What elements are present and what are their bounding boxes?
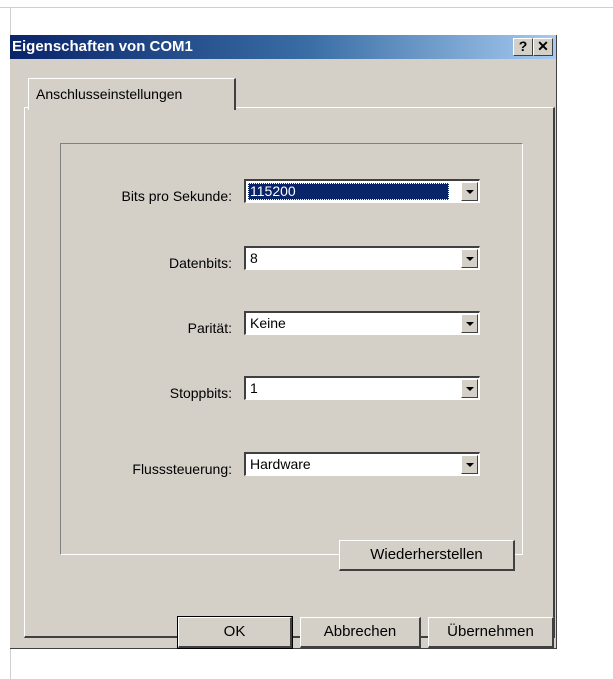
bits-per-second-label: Bits pro Sekunde: (121, 188, 232, 204)
dropdown-arrow-icon[interactable] (461, 249, 478, 268)
window-title: Eigenschaften von COM1 (12, 38, 193, 55)
data-bits-value: 8 (250, 250, 258, 266)
stop-bits-select[interactable]: 1 (244, 376, 480, 400)
help-button[interactable]: ? (513, 38, 533, 56)
parity-label: Parität: (187, 320, 232, 336)
properties-dialog: Eigenschaften von COM1 ? ✕ Anschlusseins… (10, 35, 557, 649)
stop-bits-label: Stoppbits: (169, 385, 232, 401)
tab-anschlusseinstellungen[interactable]: Anschlusseinstellungen (28, 78, 236, 110)
data-bits-select[interactable]: 8 (244, 246, 480, 270)
parity-value: Keine (250, 315, 286, 331)
close-button[interactable]: ✕ (533, 38, 553, 56)
flow-control-label: Flusssteuerung: (132, 461, 232, 477)
bits-per-second-value: 115200 (248, 183, 449, 200)
ok-button[interactable]: OK (177, 616, 293, 649)
bits-per-second-select[interactable]: 115200 (244, 179, 480, 203)
parity-select[interactable]: Keine (244, 311, 480, 335)
restore-defaults-button[interactable]: Wiederherstellen (339, 540, 515, 571)
dropdown-arrow-icon[interactable] (461, 182, 478, 201)
data-bits-label: Datenbits: (168, 255, 232, 271)
dropdown-arrow-icon[interactable] (461, 314, 478, 333)
stop-bits-value: 1 (250, 380, 258, 396)
dropdown-arrow-icon[interactable] (461, 379, 478, 398)
settings-group (60, 143, 523, 555)
title-bar[interactable]: Eigenschaften von COM1 ? ✕ (10, 35, 556, 59)
outer-frame-top (0, 7, 613, 8)
cancel-button[interactable]: Abbrechen (300, 617, 421, 648)
tab-label: Anschlusseinstellungen (36, 86, 183, 102)
flow-control-select[interactable]: Hardware (244, 452, 480, 476)
dropdown-arrow-icon[interactable] (461, 455, 478, 474)
flow-control-value: Hardware (250, 456, 311, 472)
apply-button[interactable]: Übernehmen (428, 617, 554, 648)
